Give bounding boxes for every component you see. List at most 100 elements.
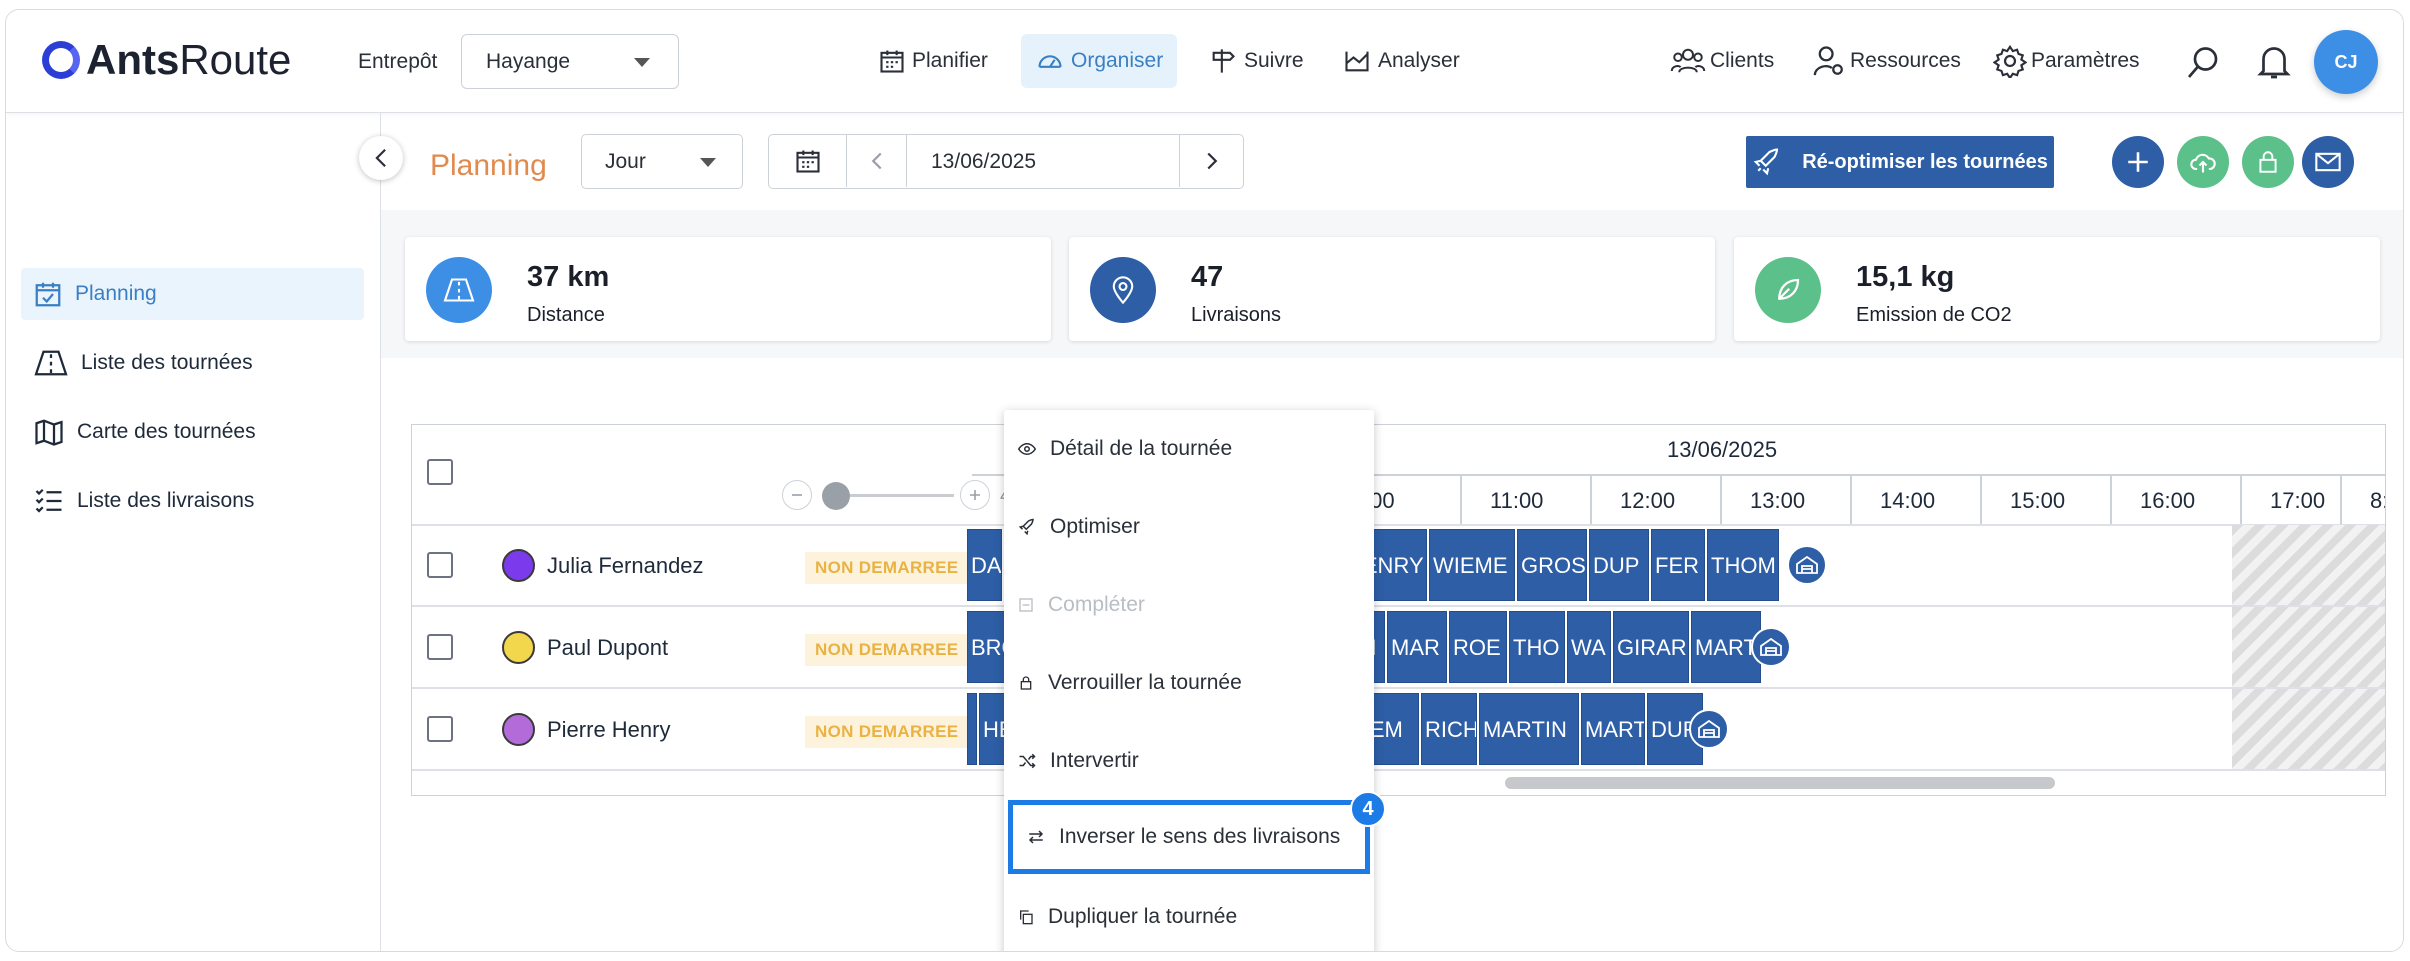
kpi-label: Emission de CO2 bbox=[1856, 304, 2012, 326]
warehouse-icon[interactable] bbox=[1787, 545, 1827, 585]
delivery-block[interactable]: DUP bbox=[1589, 529, 1649, 601]
nav-analyser[interactable]: Analyser bbox=[1328, 34, 1474, 88]
email-button[interactable] bbox=[2302, 136, 2354, 188]
date-value[interactable]: 13/06/2025 bbox=[931, 150, 1036, 174]
antsroute-logo[interactable]: Ants Route bbox=[42, 36, 291, 84]
menu-item-optimiser[interactable]: Optimiser bbox=[1004, 490, 1374, 564]
warehouse-label: Entrepôt bbox=[358, 50, 438, 73]
delivery-block[interactable]: GIRAR bbox=[1613, 611, 1689, 683]
delivery-block[interactable]: WA bbox=[1567, 611, 1611, 683]
kpi-distance: 37 km Distance bbox=[405, 237, 1051, 341]
row-divider bbox=[412, 769, 2385, 771]
hour-label: 12:00 bbox=[1620, 488, 1676, 513]
menu-item-inverser-sens[interactable]: Inverser le sens des livraisons bbox=[1008, 800, 1370, 874]
calendar-icon bbox=[880, 50, 904, 73]
delivery-block[interactable]: MAR bbox=[1387, 611, 1447, 683]
shuffle-icon bbox=[1019, 753, 1036, 769]
delivery-block[interactable]: GROSS bbox=[1517, 529, 1587, 601]
warehouse-icon[interactable] bbox=[1689, 709, 1729, 749]
app-window: Ants Route Entrepôt Hayange Planifier Org… bbox=[5, 9, 2404, 952]
select-all-checkbox[interactable] bbox=[427, 459, 453, 485]
resource-name: Julia Fernandez bbox=[547, 553, 704, 578]
row-checkbox[interactable] bbox=[427, 634, 453, 660]
signpost-icon bbox=[1212, 49, 1235, 73]
nav-suivre[interactable]: Suivre bbox=[1194, 34, 1318, 88]
hour-separator bbox=[1590, 474, 1592, 524]
delivery-block[interactable]: THOM bbox=[1707, 529, 1779, 601]
zoom-in-button[interactable] bbox=[960, 480, 990, 510]
resource-color-dot bbox=[502, 713, 535, 746]
lock-button[interactable] bbox=[2242, 136, 2294, 188]
menu-item-detail[interactable]: Détail de la tournée bbox=[1004, 412, 1374, 486]
warehouse-select[interactable]: Hayange bbox=[461, 34, 679, 89]
menu-item-completer: Compléter bbox=[1004, 568, 1374, 642]
nav-clients[interactable]: Clients bbox=[1670, 34, 1774, 88]
delivery-block[interactable]: MART bbox=[1581, 693, 1645, 765]
road-icon bbox=[34, 350, 68, 376]
add-button[interactable] bbox=[2112, 136, 2164, 188]
bell-icon[interactable] bbox=[2256, 42, 2292, 82]
road-icon bbox=[426, 257, 492, 323]
sidebar-item-carte-tournees[interactable]: Carte des tournées bbox=[21, 406, 364, 458]
step-badge: 4 bbox=[1350, 791, 1386, 827]
zoom-out-button[interactable] bbox=[782, 480, 812, 510]
kpi-value: 37 km bbox=[527, 261, 610, 293]
delivery-block[interactable]: WIEME bbox=[1429, 529, 1515, 601]
logo-text-bold: Ants bbox=[86, 36, 180, 83]
menu-item-intervertir[interactable]: Intervertir bbox=[1004, 724, 1374, 798]
top-bar: Ants Route Entrepôt Hayange Planifier Org… bbox=[6, 10, 2403, 113]
sidebar-item-liste-livraisons[interactable]: Liste des livraisons bbox=[21, 475, 364, 527]
search-icon[interactable] bbox=[2186, 44, 2222, 80]
next-day-button[interactable] bbox=[1179, 135, 1243, 187]
reoptimize-button[interactable]: Ré-optimiser les tournées bbox=[1746, 136, 2054, 188]
menu-item-verrouiller[interactable]: Verrouiller la tournée bbox=[1004, 646, 1374, 720]
date-picker: 13/06/2025 bbox=[768, 134, 1244, 189]
delivery-block[interactable]: DA bbox=[967, 529, 1002, 601]
horizontal-scrollbar[interactable] bbox=[1505, 777, 2055, 789]
nav-label: Suivre bbox=[1244, 49, 1304, 72]
delivery-block[interactable] bbox=[967, 693, 977, 765]
collapse-sidebar-button[interactable] bbox=[359, 136, 403, 180]
delivery-block[interactable]: THO bbox=[1509, 611, 1565, 683]
hour-separator bbox=[2340, 474, 2342, 524]
speedometer-icon bbox=[1038, 55, 1062, 68]
hour-separator bbox=[2240, 474, 2242, 524]
hour-separator bbox=[1460, 474, 1462, 524]
nav-parametres[interactable]: Paramètres bbox=[1993, 34, 2140, 88]
map-pin-icon bbox=[1090, 257, 1156, 323]
row-divider bbox=[412, 605, 2385, 607]
sidebar-item-label: Carte des tournées bbox=[77, 420, 256, 443]
delivery-block[interactable]: MARTIN bbox=[1479, 693, 1579, 765]
menu-item-dupliquer[interactable]: Dupliquer la tournée bbox=[1004, 880, 1374, 951]
nav-ressources[interactable]: Ressources bbox=[1812, 34, 1961, 88]
off-hours-area bbox=[2232, 689, 2385, 769]
sidebar-item-label: Planning bbox=[75, 282, 157, 305]
upload-button[interactable] bbox=[2177, 136, 2229, 188]
sidebar-item-liste-tournees[interactable]: Liste des tournées bbox=[21, 337, 364, 389]
view-select[interactable]: Jour bbox=[581, 134, 743, 189]
context-menu: Détail de la tournée Optimiser Compléter… bbox=[1004, 410, 1374, 951]
zoom-slider-handle[interactable] bbox=[822, 482, 850, 510]
warehouse-icon[interactable] bbox=[1751, 627, 1791, 667]
row-checkbox[interactable] bbox=[427, 552, 453, 578]
calendar-check-icon bbox=[35, 282, 61, 307]
menu-item-label: Verrouiller la tournée bbox=[1048, 671, 1242, 694]
delivery-block[interactable]: ROE bbox=[1449, 611, 1507, 683]
calendar-button[interactable] bbox=[769, 135, 847, 187]
rocket-icon bbox=[1753, 148, 1779, 176]
users-icon bbox=[1670, 48, 1706, 73]
logo-text: Route bbox=[179, 36, 292, 83]
user-gear-icon bbox=[1813, 46, 1843, 76]
nav-label: Analyser bbox=[1378, 49, 1460, 72]
resource-color-dot bbox=[502, 631, 535, 664]
nav-organiser[interactable]: Organiser bbox=[1021, 34, 1178, 88]
avatar[interactable]: CJ bbox=[2314, 30, 2378, 94]
sidebar-item-planning[interactable]: Planning bbox=[21, 268, 364, 320]
delivery-block[interactable]: FER bbox=[1651, 529, 1705, 601]
hour-separator bbox=[1720, 474, 1722, 524]
row-checkbox[interactable] bbox=[427, 716, 453, 742]
nav-planifier[interactable]: Planifier bbox=[864, 34, 1002, 88]
off-hours-area bbox=[2232, 525, 2385, 605]
delivery-block[interactable]: RICH bbox=[1421, 693, 1477, 765]
previous-day-button[interactable] bbox=[847, 135, 907, 187]
